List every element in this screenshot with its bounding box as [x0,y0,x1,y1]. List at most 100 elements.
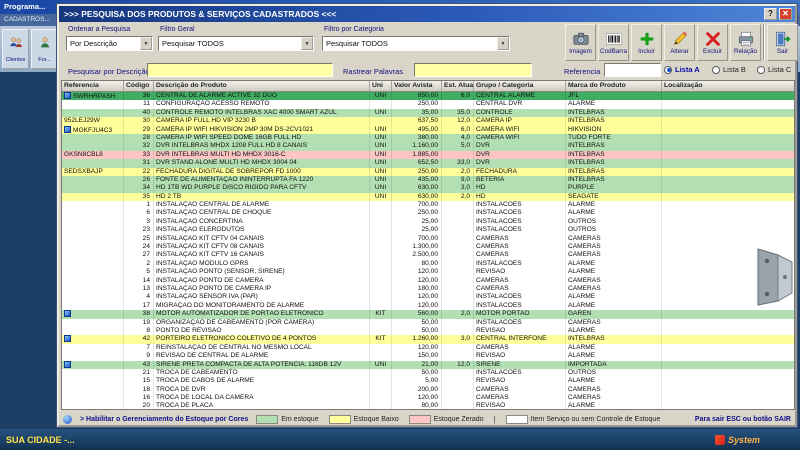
alterar-button[interactable]: Alterar [664,23,695,61]
chevron-down-icon[interactable]: ▼ [301,37,313,50]
table-row[interactable]: 14 INSTALAÇÃO PONTO DE CAMERA 120,00 CAMERA… [62,276,794,285]
table-row[interactable]: 7 REINSTALAÇÃO DE CENTRAL NO MESMO LOCAL 1… [62,343,794,353]
order-filter-select[interactable]: Por Descrição ▼ [66,36,153,51]
close-button[interactable]: ✕ [779,8,792,20]
cell-grupo: FECHADURA [474,167,566,176]
incluir-button-label: Incluir [638,47,655,55]
table-row[interactable]: 23 INSTALAÇÃO ELERODUTOS 25,00 INSTALACOES O… [62,226,794,235]
reference-input[interactable] [604,63,661,77]
table-row[interactable]: 4 INSTALAÇÃO SENSOR IVA (PAR) 120,00 INSTAL… [62,293,794,302]
search-products-dialog: >>> PESQUISA DOS PRODUTOS & SERVIÇOS CAD… [57,4,798,427]
column-header[interactable]: Localização [662,81,794,91]
cell-grupo: CENTRAL ALARME [474,92,566,101]
cell-valor: 25,00 [392,226,442,235]
table-row[interactable]: 20 TROCA DE PLACA 80,00 REVISAO ALARME [62,402,794,409]
clientes-button[interactable]: Clientes [2,29,29,69]
track-words-input[interactable] [414,63,532,77]
table-row[interactable]: 18 TROCA DE DVR 200,00 CAMERAS CAMERAS [62,385,794,395]
table-row[interactable]: 21 TROCA DE CABEAMENTO 50,00 INSTALACOES OUT… [62,368,794,378]
table-row[interactable]: 952LEJ29W 30 CAMERA IP FULL HD VIP 3230 B 6… [62,117,794,126]
cell-est [442,150,474,160]
cell-ref: 952LEJ29W [62,117,124,126]
imagem-button[interactable]: Imagem [565,23,596,61]
table-row[interactable]: 27 INSTALAÇÃO KIT CFTV 16 CANAIS 2.500,00 C… [62,251,794,260]
table-row[interactable]: 42 PORTEIRO ELETRÔNICO COLETIVO DE 4 PONT… [62,335,794,344]
cell-est: 5,0 [442,142,474,151]
help-button[interactable]: ? [764,8,777,20]
column-header[interactable]: Código [124,81,154,91]
cell-uni [370,276,392,285]
table-row[interactable]: 15 TROCA DE CABOS DE ALARME 5,00 REVISAO ALA… [62,377,794,386]
table-row[interactable]: 6 INSTALAÇÃO CENTRAL DE CHOQUE 250,00 INSTA… [62,209,794,218]
cell-cod: 31 [124,159,154,168]
column-header[interactable]: Descrição do Produto [154,81,370,91]
table-row[interactable]: SEDSXBAJP 22 FECHADURA DIGITAL DE SOBREPOR… [62,167,794,176]
table-row[interactable]: 17 MIGRAÇÃO DO MONITORAMENTO DE ALARME 120… [62,301,794,311]
table-row[interactable]: 38 MOTOR AUTOMATIZADOR DE PORTÃO ELETRÔNI… [62,310,794,319]
table-row[interactable]: 3 INSTALAÇÃO CONCERTINA 25,00 INSTALACOES OU… [62,217,794,227]
table-row[interactable]: 16 TROCA DE LOCAL DA CAMERA 120,00 CAMERAS C… [62,394,794,403]
logo-text: System [727,434,760,445]
codbarra-button[interactable]: CodBarra [598,23,629,61]
table-row[interactable]: 34 HD 1TB WD PURPLE DISCO RIGIDO PARA CFT… [62,184,794,193]
column-header[interactable]: Referencia [62,81,124,91]
column-header[interactable]: Grupo / Categoria [474,81,566,91]
category-filter-select[interactable]: Pesquisar TODOS ▼ [322,36,510,51]
table-row[interactable]: 25 INSTALAÇÃO KIT CFTV 04 CANAIS 700,00 CAM… [62,234,794,244]
fornecedores-button[interactable]: For... [31,29,58,69]
table-row[interactable]: 32 DVR INTELBRAS MHDX 1208 FULL HD 8 CANA… [62,142,794,151]
cell-valor: 120,00 [392,276,442,285]
barcode-icon [605,30,623,48]
cell-desc: MIGRAÇÃO DO MONITORAMENTO DE ALARME [154,301,370,311]
chevron-down-icon[interactable]: ▼ [497,37,509,50]
lista-a-radio[interactable]: Lista A [664,65,700,74]
excluir-button-label: Excluir [703,47,722,55]
table-row[interactable]: 2 INSTALAÇÃO MODULO GPRS 80,00 INSTALACOES A… [62,259,794,269]
column-header[interactable]: Valor Avista [392,81,442,91]
chevron-down-icon[interactable]: ▼ [140,37,152,50]
products-grid[interactable]: Referencia Código Descrição do Produto Uni V… [61,80,795,410]
dialog-titlebar[interactable]: >>> PESQUISA DOS PRODUTOS & SERVIÇOS CAD… [59,6,795,22]
cell-ref [62,301,124,311]
incluir-button[interactable]: Incluir [631,23,662,61]
cell-est: 12,0 [442,117,474,126]
menu-item-cadastros[interactable]: CADASTROS... [4,16,50,23]
table-row[interactable]: 31 DVR STAND ALONE MULTI HD MHDX 3004 04 U… [62,159,794,168]
cell-valor: 250,00 [392,100,442,109]
sair-button[interactable]: Sair [767,23,798,61]
table-row[interactable]: 19 ORGANIZAÇÃO DE CABEAMENTO (POR CÂMERA)… [62,318,794,327]
cell-ref: SWRHRPASH [62,92,124,101]
table-row[interactable]: 28 CAMERA IP WIFI SPEED DOME 16GB FULL HD… [62,133,794,143]
lista-c-radio[interactable]: Lista C [757,65,791,74]
cell-est [442,377,474,386]
relacao-button[interactable]: Relação [730,23,761,61]
excluir-button[interactable]: Excluir [697,23,728,61]
table-row[interactable]: 43 SIRENE PRETA COMPACTA DE ALTA POTÊNCIA… [62,360,794,369]
table-row[interactable]: 13 INSTALAÇÃO PONTO DE CAMERA IP 180,00 CAM… [62,284,794,294]
table-row[interactable]: 40 CONTROLE REMOTO INTELBRAS XAC 4000 SMA… [62,108,794,118]
cell-ref [62,343,124,353]
table-row[interactable]: SWRHRPASH 36 CENTRAL DE ALARME ACTIVE 32 D… [62,92,794,101]
search-description-input[interactable] [147,63,333,77]
column-header[interactable]: Marca do Produto [566,81,662,91]
cell-est [442,284,474,294]
table-row[interactable]: 26 FONTE DE ALIMENTAÇÃO ININTERRUPTA FA 1… [62,175,794,185]
table-row[interactable]: MGKFJU4C3 29 CAMERA IP WIFI HIKVISION 2MP … [62,125,794,134]
blue-sphere-icon[interactable] [63,414,72,424]
table-row[interactable]: 11 CONFIGURAÇÃO ACESSO REMOTO 250,00 CENTRA… [62,100,794,109]
table-row[interactable]: 9 REVISÃO DE CENTRAL DE ALARME 150,00 REVIS… [62,352,794,361]
lista-b-radio[interactable]: Lista B [712,65,746,74]
table-row[interactable]: 24 INSTALAÇÃO KIT CFTV 08 CANAIS 1.300,00 C… [62,243,794,252]
table-row[interactable]: 8 PONTO DE REVISÃO 50,00 REVISAO ALARME [62,326,794,336]
cell-valor: 120,00 [392,301,442,311]
cell-loc [662,184,794,192]
table-row[interactable]: 5 INSTALAÇÃO PONTO (SENSOR, SIRENE) 120,00… [62,268,794,277]
column-header[interactable]: Est. Atual [442,81,474,91]
table-row[interactable]: GKSN8CBL8 33 DVR INTELBRAS MULTI HD MHDX 3… [62,150,794,160]
general-filter-select[interactable]: Pesquisar TODOS ▼ [158,36,314,51]
column-header[interactable]: Uni [370,81,392,91]
table-row[interactable]: 35 HD 2 TB UNI 630,00 2,0 HD SEAGATE [62,192,794,202]
cell-ref [62,142,124,151]
cell-marca: CAMERAS [566,243,662,252]
table-row[interactable]: 1 INSTALAÇÃO CENTRAL DE ALARME 700,00 INSTA… [62,201,794,210]
